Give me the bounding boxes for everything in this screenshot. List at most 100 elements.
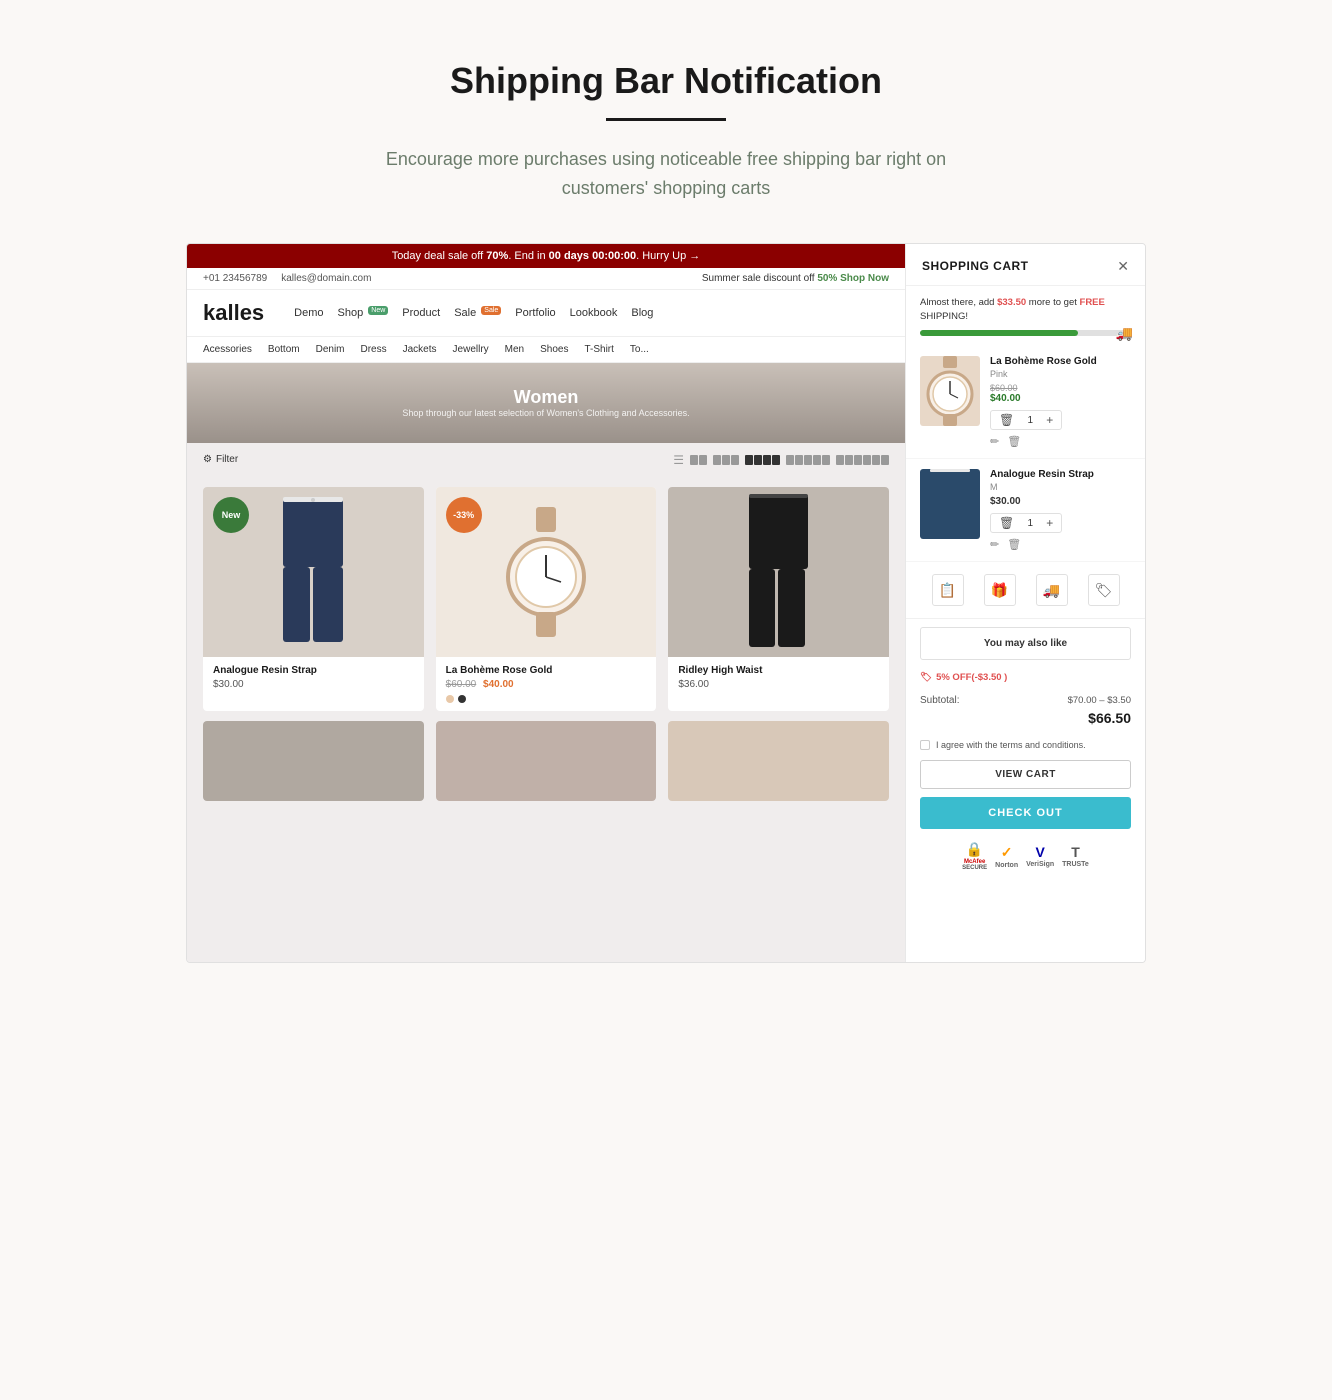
also-like-button[interactable]: You may also like bbox=[920, 627, 1131, 660]
product-price-3: $36.00 bbox=[678, 679, 879, 690]
qty-increase-2[interactable]: + bbox=[1044, 516, 1055, 530]
nav-portfolio[interactable]: Portfolio bbox=[515, 307, 555, 319]
products-grid-2 bbox=[187, 721, 905, 811]
product-card-mini-2[interactable] bbox=[436, 721, 657, 801]
trust-badges: 🔒 McAfee SECURE ✓ Norton V VeriSign T TR… bbox=[906, 833, 1145, 879]
shipping-progress: 🚚 bbox=[906, 330, 1145, 346]
nav-shop[interactable]: Shop New bbox=[338, 307, 389, 319]
nav-lookbook[interactable]: Lookbook bbox=[570, 307, 618, 319]
filter-label: Filter bbox=[216, 454, 238, 465]
cart-item-variant-2: M bbox=[990, 482, 1131, 492]
qty-control-1[interactable]: 🗑 1 + bbox=[990, 410, 1062, 430]
product-mini-img-3 bbox=[668, 721, 889, 801]
nav-sale[interactable]: Sale Sale bbox=[454, 307, 501, 319]
filter-button[interactable]: ⚙ Filter bbox=[203, 454, 238, 465]
delete-icon-2[interactable]: 🗑 bbox=[1007, 538, 1021, 551]
filter-bar: ⚙ Filter ☰ bbox=[187, 443, 905, 477]
product-card-3[interactable]: Ridley High Waist $36.00 bbox=[668, 487, 889, 711]
cat-jackets[interactable]: Jackets bbox=[403, 344, 437, 355]
deal-text-middle: . End in bbox=[508, 250, 548, 262]
nav-items: Demo Shop New Product Sale Sale Portfoli… bbox=[294, 307, 653, 319]
delivery-icon[interactable]: 🚚 bbox=[1036, 574, 1068, 606]
edit-icon-1[interactable]: ✏ bbox=[990, 435, 999, 448]
nav-product[interactable]: Product bbox=[402, 307, 440, 319]
product-mini-img-1 bbox=[203, 721, 424, 801]
cat-dress[interactable]: Dress bbox=[361, 344, 387, 355]
product-card-1[interactable]: New Analogue Resin Strap $30.00 bbox=[203, 487, 424, 711]
truck-icon: 🚚 bbox=[1116, 325, 1133, 342]
color-dot-2[interactable] bbox=[458, 695, 466, 703]
cart-item-name-2: Analogue Resin Strap bbox=[990, 469, 1131, 480]
grid-5-icon[interactable] bbox=[786, 455, 830, 465]
page-title: Shipping Bar Notification bbox=[450, 60, 882, 102]
contact-bar: +01 23456789 kalles@domain.com Summer sa… bbox=[187, 268, 905, 290]
products-grid: New Analogue Resin Strap $30.00 bbox=[187, 477, 905, 721]
cat-jewellry[interactable]: Jewellry bbox=[453, 344, 489, 355]
contact-right: Summer sale discount off 50% Shop Now bbox=[702, 273, 889, 284]
grid-6-icon[interactable] bbox=[836, 455, 889, 465]
norton-badge: ✓ Norton bbox=[995, 844, 1018, 869]
view-cart-button[interactable]: VIEW CART bbox=[920, 760, 1131, 789]
list-view-icon[interactable]: ☰ bbox=[673, 453, 684, 467]
product-card-2[interactable]: -33% La Bohème Rose Gold $60.00 $40.0 bbox=[436, 487, 657, 711]
subtotal-row: Subtotal: $70.00 – $3.50 bbox=[920, 695, 1131, 706]
cat-bottom[interactable]: Bottom bbox=[268, 344, 300, 355]
terms-checkbox[interactable] bbox=[920, 740, 930, 750]
cat-accessories[interactable]: Acessories bbox=[203, 344, 252, 355]
qty-value-1: 1 bbox=[1024, 415, 1036, 426]
terms-label: I agree with the terms and conditions. bbox=[936, 740, 1086, 750]
norton-label: Norton bbox=[995, 862, 1018, 869]
product-badge-new: New bbox=[213, 497, 249, 533]
hero-section: Women Shop through our latest selection … bbox=[187, 363, 905, 443]
nav-blog[interactable]: Blog bbox=[631, 307, 653, 319]
deal-text-after: . Hurry Up → bbox=[636, 250, 700, 262]
delete-icon-1[interactable]: 🗑 bbox=[1007, 435, 1021, 448]
summer-discount: 50% bbox=[817, 273, 837, 284]
discount-label: 5% OFF(-$3.50 ) bbox=[936, 672, 1007, 683]
cart-item-1: La Bohème Rose Gold Pink $60.00 $40.00 🗑… bbox=[906, 346, 1145, 459]
store-logo: kalles bbox=[203, 300, 264, 326]
subtotal-section: Subtotal: $70.00 – $3.50 $66.50 bbox=[906, 687, 1145, 734]
qty-decrease-1[interactable]: 🗑 bbox=[997, 413, 1016, 427]
summer-sale-text: Summer sale discount off bbox=[702, 273, 817, 284]
terms-row: I agree with the terms and conditions. bbox=[906, 734, 1145, 756]
grid-3-icon[interactable] bbox=[713, 455, 739, 465]
discount-banner: 🏷 5% OFF(-$3.50 ) bbox=[906, 668, 1145, 687]
progress-bar-bg: 🚚 bbox=[920, 330, 1131, 336]
cat-tshirt[interactable]: T-Shirt bbox=[584, 344, 613, 355]
color-dot-1[interactable] bbox=[446, 695, 454, 703]
clipboard-icon[interactable]: 📋 bbox=[932, 574, 964, 606]
qty-increase-1[interactable]: + bbox=[1044, 413, 1055, 427]
cart-panel: SHOPPING CART ✕ Almost there, add $33.50… bbox=[905, 244, 1145, 962]
grid-4-icon[interactable] bbox=[745, 455, 780, 465]
product-card-mini-3[interactable] bbox=[668, 721, 889, 801]
pants-svg-1 bbox=[273, 497, 353, 647]
phone: +01 23456789 bbox=[203, 273, 267, 284]
cart-header: SHOPPING CART ✕ bbox=[906, 244, 1145, 286]
qty-control-2[interactable]: 🗑 1 + bbox=[990, 513, 1062, 533]
gift-icon[interactable]: 🎁 bbox=[984, 574, 1016, 606]
shipping-text2: more to get bbox=[1026, 297, 1079, 308]
nav-demo[interactable]: Demo bbox=[294, 307, 323, 319]
cat-shoes[interactable]: Shoes bbox=[540, 344, 568, 355]
watch-svg bbox=[496, 507, 596, 637]
close-cart-button[interactable]: ✕ bbox=[1117, 258, 1129, 275]
qty-decrease-2[interactable]: 🗑 bbox=[997, 516, 1016, 530]
cart-item-2: Analogue Resin Strap M $30.00 🗑 1 + ✏ 🗑 bbox=[906, 459, 1145, 562]
edit-icon-2[interactable]: ✏ bbox=[990, 538, 999, 551]
cat-denim[interactable]: Denim bbox=[316, 344, 345, 355]
checkout-button[interactable]: CHECK OUT bbox=[920, 797, 1131, 829]
cat-more[interactable]: To... bbox=[630, 344, 649, 355]
deal-bar: Today deal sale off 70%. End in 00 days … bbox=[187, 244, 905, 268]
tag-icon[interactable]: 🏷 bbox=[1088, 574, 1120, 606]
discount-tag-icon: 🏷 bbox=[920, 672, 932, 683]
grid-2-icon[interactable] bbox=[690, 455, 707, 465]
new-price-2: $40.00 bbox=[483, 679, 514, 690]
shipping-text3: SHIPPING! bbox=[920, 311, 968, 322]
shop-now[interactable]: Shop Now bbox=[840, 273, 889, 284]
verisign-label: VeriSign bbox=[1026, 861, 1054, 868]
hero-subtitle: Shop through our latest selection of Wom… bbox=[402, 408, 689, 418]
product-card-mini-1[interactable] bbox=[203, 721, 424, 801]
cat-men[interactable]: Men bbox=[505, 344, 524, 355]
cart-item-actions-2: ✏ 🗑 bbox=[990, 538, 1131, 551]
